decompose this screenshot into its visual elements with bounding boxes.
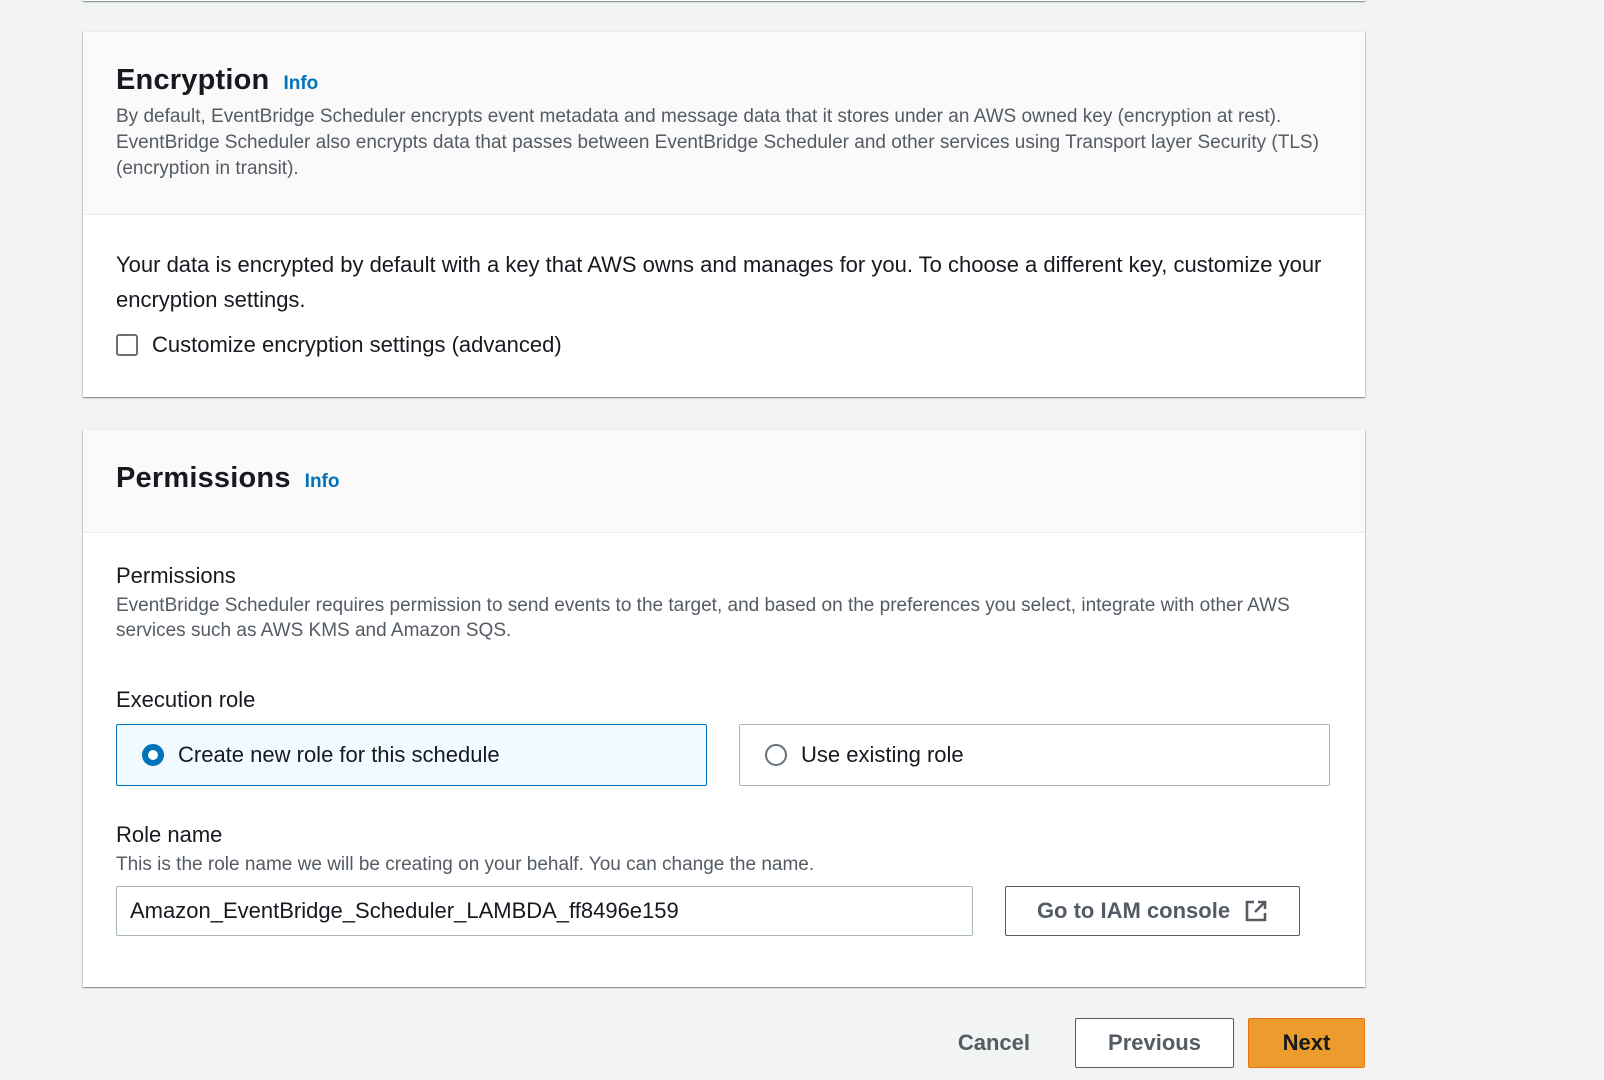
permissions-title-row: Permissions Info bbox=[116, 462, 1332, 495]
role-name-row: Go to IAM console bbox=[116, 886, 1332, 936]
radio-label-use-existing-role: Use existing role bbox=[801, 742, 964, 767]
go-to-iam-console-button[interactable]: Go to IAM console bbox=[1005, 886, 1300, 936]
previous-panel-edge bbox=[83, 0, 1365, 1]
encryption-title: Encryption bbox=[116, 64, 270, 96]
encryption-body: Your data is encrypted by default with a… bbox=[83, 215, 1365, 358]
next-button[interactable]: Next bbox=[1248, 1018, 1365, 1068]
permissions-title: Permissions bbox=[116, 462, 291, 494]
execution-role-radio-group: Create new role for this schedule Use ex… bbox=[116, 724, 1332, 786]
permissions-body: Permissions EventBridge Scheduler requir… bbox=[83, 533, 1365, 936]
role-name-description: This is the role name we will be creatin… bbox=[116, 854, 815, 875]
role-name-label: Role name bbox=[116, 822, 223, 847]
permissions-panel: Permissions Info Permissions EventBridge… bbox=[83, 429, 1365, 987]
wizard-footer-actions: Cancel Previous Next bbox=[936, 1018, 1365, 1068]
radio-use-existing-role[interactable] bbox=[765, 744, 787, 766]
customize-encryption-checkbox[interactable] bbox=[116, 334, 138, 356]
permissions-section-description: EventBridge Scheduler requires permissio… bbox=[116, 595, 1290, 641]
radio-label-create-new-role: Create new role for this schedule bbox=[178, 742, 500, 767]
external-link-icon bbox=[1245, 900, 1267, 922]
encryption-info-link[interactable]: Info bbox=[283, 73, 318, 95]
permissions-section-label: Permissions bbox=[116, 563, 236, 588]
encryption-description: By default, EventBridge Scheduler encryp… bbox=[116, 106, 1319, 179]
encryption-header: Encryption Info By default, EventBridge … bbox=[83, 32, 1365, 215]
execution-role-label: Execution role bbox=[116, 687, 256, 712]
radio-create-new-role[interactable] bbox=[142, 744, 164, 766]
previous-button[interactable]: Previous bbox=[1075, 1018, 1234, 1068]
encryption-body-text: Your data is encrypted by default with a… bbox=[116, 252, 1322, 312]
iam-button-label: Go to IAM console bbox=[1036, 898, 1231, 923]
radio-tile-use-existing-role[interactable]: Use existing role bbox=[739, 724, 1330, 786]
encryption-title-row: Encryption Info bbox=[116, 64, 1332, 97]
page: Encryption Info By default, EventBridge … bbox=[0, 0, 1604, 1080]
role-name-input[interactable] bbox=[116, 886, 973, 936]
customize-encryption-option[interactable]: Customize encryption settings (advanced) bbox=[116, 332, 1332, 358]
cancel-button[interactable]: Cancel bbox=[936, 1018, 1052, 1068]
radio-tile-create-new-role[interactable]: Create new role for this schedule bbox=[116, 724, 707, 786]
permissions-header: Permissions Info bbox=[83, 430, 1365, 533]
encryption-panel: Encryption Info By default, EventBridge … bbox=[83, 31, 1365, 397]
permissions-info-link[interactable]: Info bbox=[305, 471, 340, 493]
customize-encryption-label: Customize encryption settings (advanced) bbox=[152, 332, 562, 357]
